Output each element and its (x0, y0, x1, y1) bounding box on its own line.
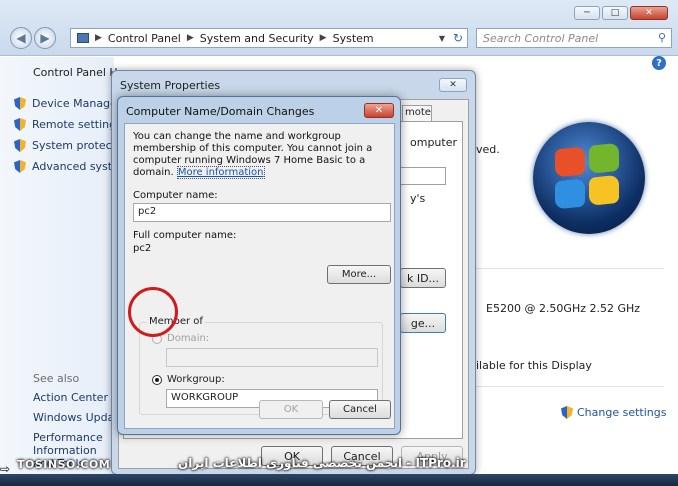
network-id-button[interactable]: k ID... (400, 268, 446, 288)
taskbar (0, 474, 678, 486)
annotation-circle (128, 287, 178, 337)
cursor-icon: ⇨ (0, 462, 11, 476)
computer-name-label: Computer name: (133, 190, 218, 201)
close-icon[interactable]: ✕ (364, 103, 394, 118)
windows-flag (555, 142, 621, 212)
back-arrow-icon[interactable]: ◀ (10, 27, 32, 49)
processor-value: E5200 @ 2.50GHz 2.52 GHz (486, 302, 641, 315)
search-input[interactable]: Search Control Panel ⚲ (476, 28, 672, 48)
full-name-label: Full computer name: (133, 230, 237, 241)
intro-text: You can change the name and workgroup me… (133, 131, 391, 179)
help-icon[interactable]: ? (652, 56, 666, 70)
divider (476, 386, 664, 387)
divider (476, 268, 664, 269)
computer-name-dialog: Computer Name/Domain Changes ✕ You can c… (117, 96, 401, 435)
windows-edition-fragment: ved. (476, 143, 500, 156)
computer-icon (77, 33, 89, 43)
explorer-toolbar: ─ □ ✕ ◀ ▶ ▶ Control Panel ▶ System and S… (0, 0, 678, 56)
task-remote-settings[interactable]: Remote settings (14, 118, 122, 131)
shield-icon (14, 160, 26, 173)
left-pane: Control Panel Home Device Manager Remote… (0, 57, 177, 486)
description-field[interactable] (400, 167, 446, 185)
change-settings-label: Change settings (577, 406, 667, 419)
ys-fragment: y's (410, 192, 426, 205)
search-placeholder: Search Control Panel (483, 32, 599, 45)
window-controls: ─ □ ✕ (574, 6, 668, 20)
task-label: Remote settings (32, 118, 122, 131)
domain-input[interactable] (166, 348, 378, 367)
more-button[interactable]: More... (327, 265, 391, 284)
workgroup-label: Workgroup: (167, 374, 225, 385)
workgroup-radio[interactable]: Workgroup: (152, 374, 225, 385)
shield-icon (561, 406, 573, 419)
action-center-link[interactable]: Action Center (33, 391, 108, 404)
shield-icon (14, 97, 26, 110)
chevron-right-icon: ▶ (319, 33, 327, 43)
breadcrumb-system-security[interactable]: System and Security (200, 32, 314, 45)
task-label: Device Manager (32, 97, 122, 110)
address-bar[interactable]: ▶ Control Panel ▶ System and Security ▶ … (70, 28, 468, 48)
forward-arrow-icon[interactable]: ▶ (34, 27, 56, 49)
tab-remote[interactable]: mote (402, 105, 432, 121)
computer-fragment: omputer (410, 136, 458, 149)
dialog-cancel-button[interactable]: Cancel (329, 400, 391, 419)
see-also-heading: See also (33, 372, 80, 385)
change-settings-link[interactable]: Change settings (561, 406, 666, 419)
dialog-ok-button[interactable]: OK (259, 400, 323, 419)
watermark-right: ITPro.ir - انجمن تخصصی فناوری اطلاعات ای… (178, 456, 466, 470)
change-button[interactable]: ge... (400, 313, 446, 333)
maximize-icon[interactable]: □ (602, 6, 628, 20)
close-icon[interactable]: ✕ (439, 78, 467, 92)
domain-label: Domain: (167, 333, 210, 344)
close-icon[interactable]: ✕ (630, 6, 668, 20)
computer-name-input[interactable]: pc2 (133, 203, 391, 222)
breadcrumb-control-panel[interactable]: Control Panel (108, 32, 181, 45)
windows-logo-icon (533, 122, 645, 234)
search-icon[interactable]: ⚲ (658, 31, 666, 44)
chevron-right-icon: ▶ (186, 33, 194, 43)
shield-icon (14, 118, 26, 131)
dialog-body: You can change the name and workgroup me… (124, 123, 395, 429)
chevron-down-icon[interactable]: ▼ (439, 34, 445, 43)
task-device-manager[interactable]: Device Manager (14, 97, 121, 110)
chevron-right-icon: ▶ (95, 33, 102, 43)
minimize-icon[interactable]: ─ (574, 6, 600, 20)
more-information-link[interactable]: More information (176, 166, 265, 179)
dialog-title: Computer Name/Domain Changes (126, 105, 315, 118)
radio-button (152, 374, 162, 385)
breadcrumb-system[interactable]: System (333, 32, 374, 45)
full-name-value: pc2 (133, 243, 152, 254)
display-fragment: ilable for this Display (476, 359, 592, 372)
refresh-icon[interactable]: ↻ (453, 31, 463, 45)
shield-icon (14, 139, 26, 152)
watermark-left: TOSINSO.COM (17, 458, 111, 471)
system-properties-title: System Properties (120, 79, 221, 92)
